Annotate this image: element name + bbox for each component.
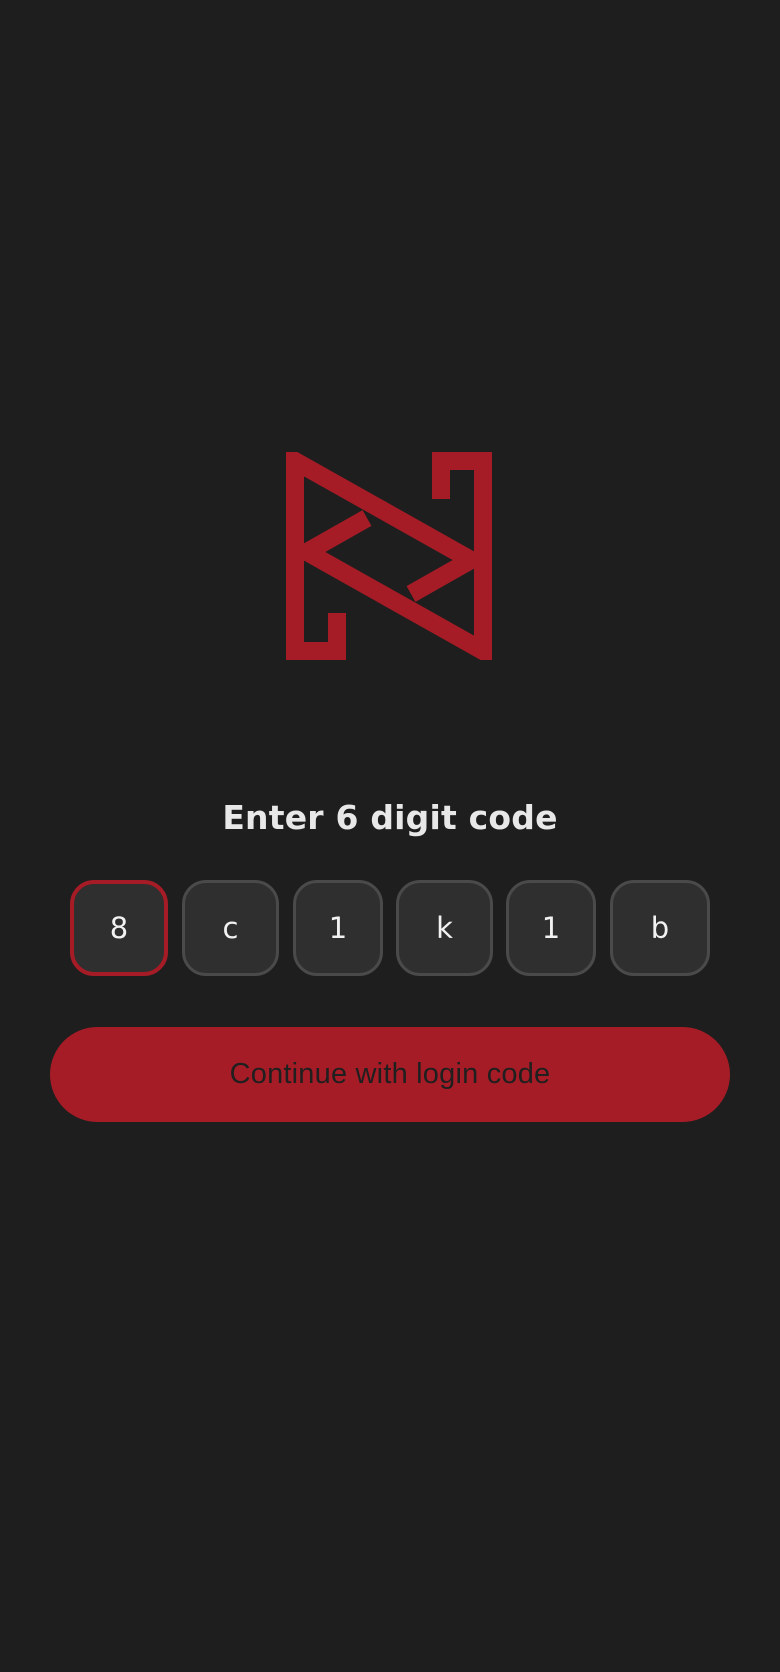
code-digit-4-input[interactable]: k (396, 880, 493, 976)
login-code-screen: Enter 6 digit code 8 c 1 k 1 b Continue … (0, 0, 780, 1672)
code-digit-6-input[interactable]: b (610, 880, 710, 976)
code-digit-2-input[interactable]: c (182, 880, 279, 976)
code-digit-5-input[interactable]: 1 (506, 880, 596, 976)
code-digit-1-input[interactable]: 8 (70, 880, 168, 976)
n-brand-logo-icon (286, 452, 492, 660)
page-title: Enter 6 digit code (222, 798, 558, 837)
continue-with-login-code-button[interactable]: Continue with login code (50, 1027, 730, 1122)
code-digit-3-input[interactable]: 1 (293, 880, 383, 976)
